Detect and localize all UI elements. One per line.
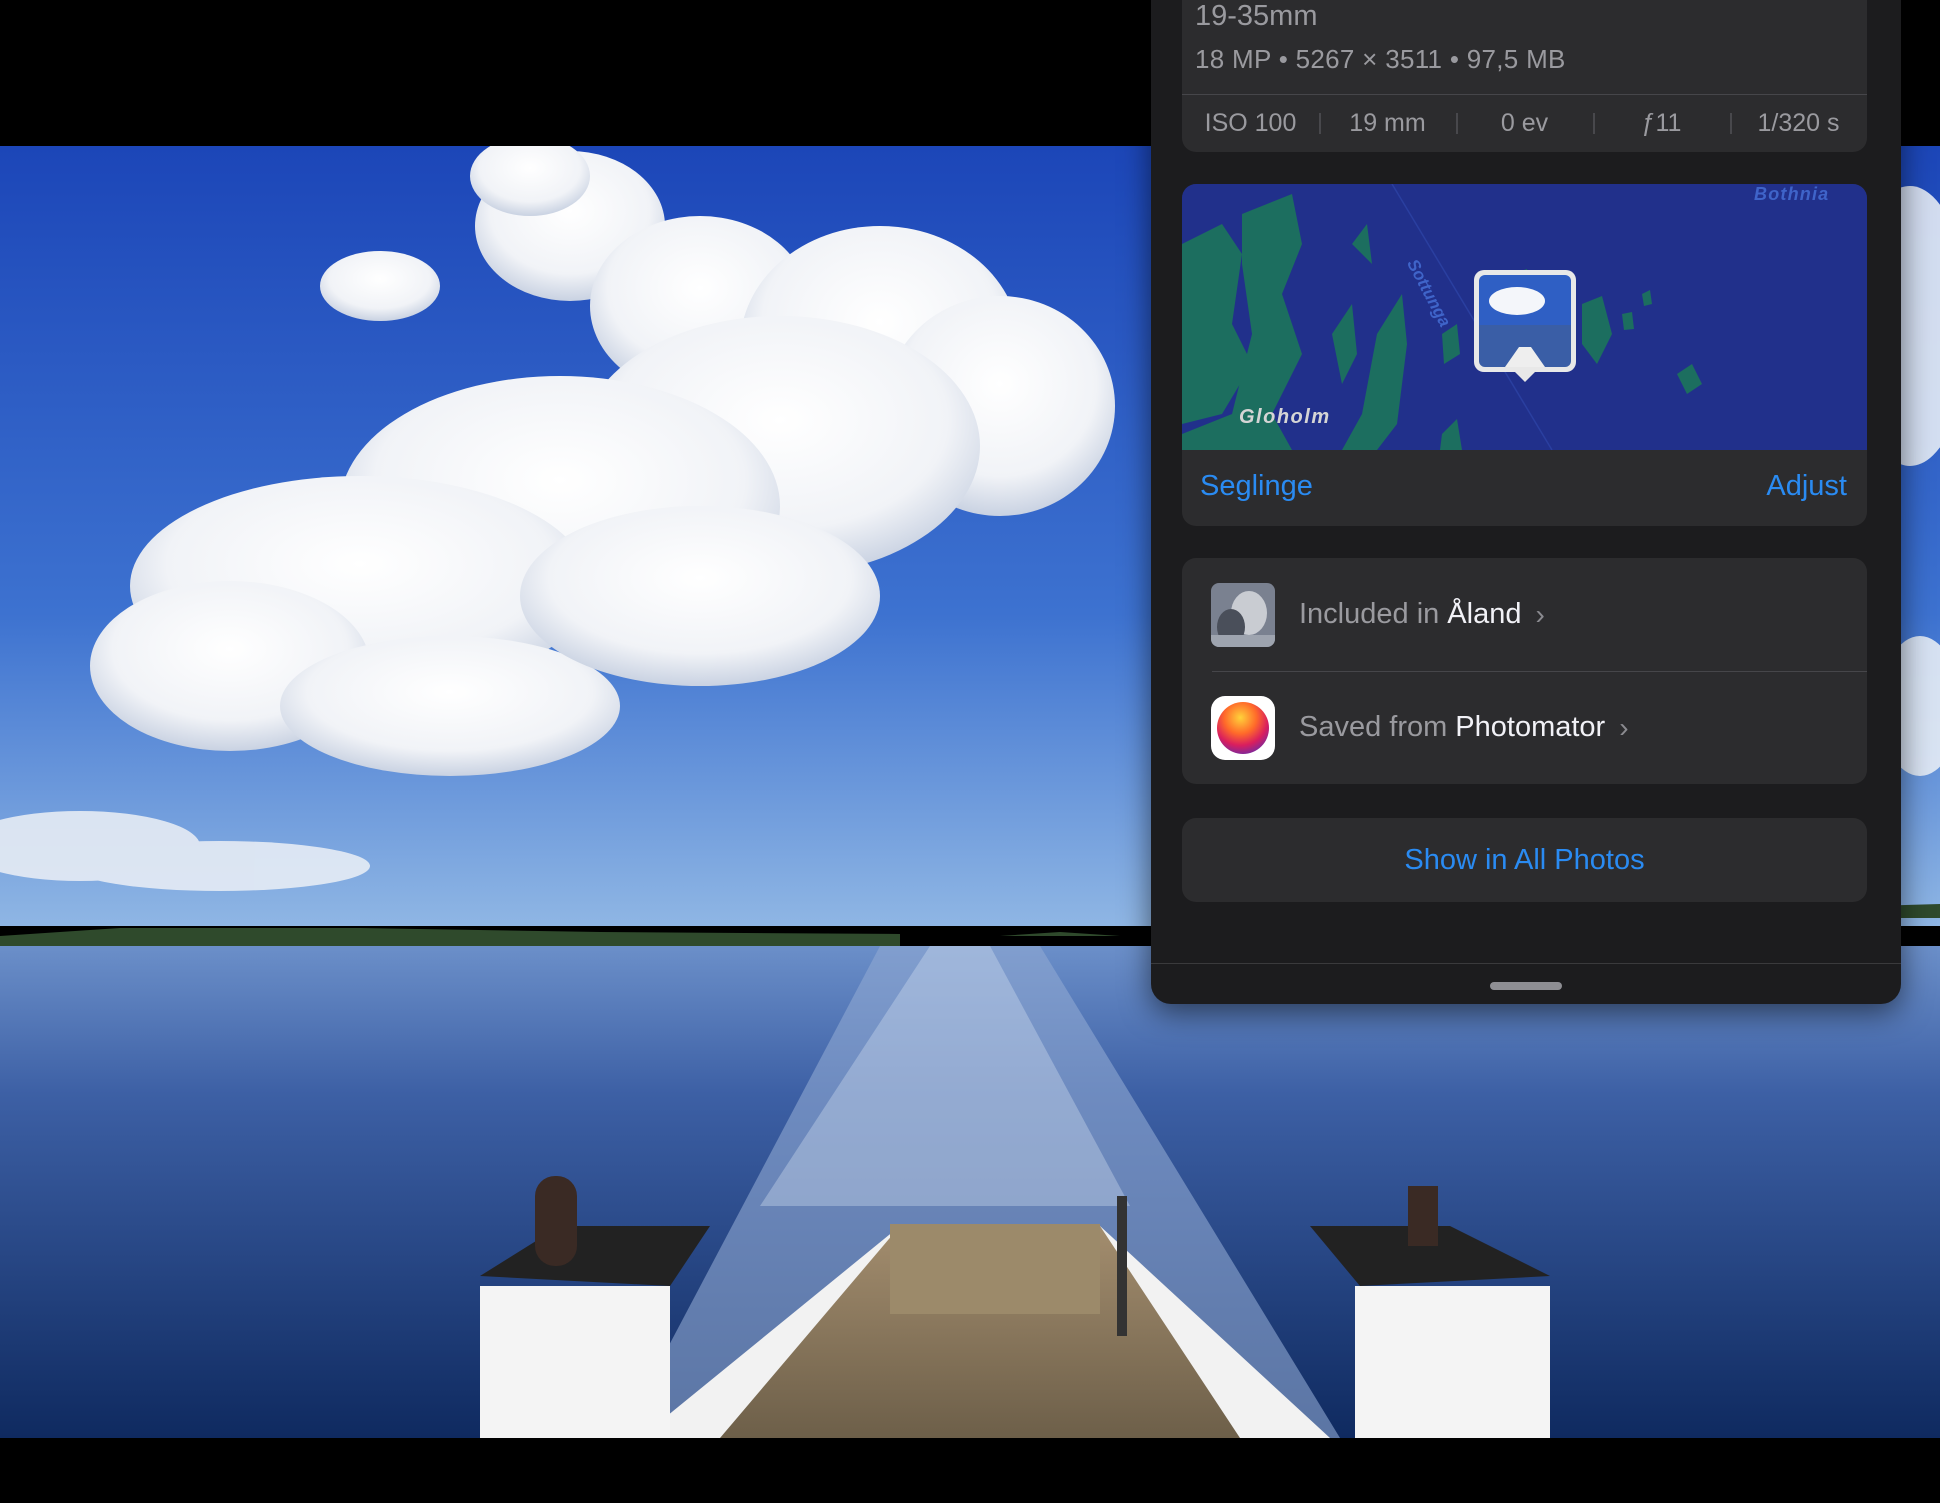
saved-prefix: Saved from bbox=[1299, 711, 1448, 743]
location-name-link[interactable]: Seglinge bbox=[1200, 470, 1313, 503]
saved-from-text: Saved from Photomator › bbox=[1299, 711, 1629, 744]
album-row-text: Included in Åland › bbox=[1299, 598, 1545, 631]
chevron-right-icon: › bbox=[1535, 598, 1545, 630]
exif-aperture: ƒ11 bbox=[1593, 109, 1730, 138]
photomator-app-icon bbox=[1211, 695, 1275, 760]
exif-focal-length: 19 mm bbox=[1319, 109, 1456, 138]
album-thumbnail bbox=[1211, 582, 1275, 647]
lens-label: 19-35mm bbox=[1195, 0, 1318, 32]
exif-iso: ISO 100 bbox=[1204, 108, 1297, 137]
location-map[interactable]: Gloholm Bothnia Sottunga bbox=[1182, 184, 1867, 450]
photo-location-pin[interactable] bbox=[1474, 270, 1576, 372]
sheet-grabber-handle[interactable] bbox=[1490, 982, 1562, 990]
pin-pointer bbox=[1513, 370, 1537, 382]
exif-row: ISO 100 19 mm 0 ev ƒ11 1/320 s bbox=[1182, 94, 1867, 152]
map-label-gloholm: Gloholm bbox=[1239, 406, 1331, 428]
camera-info-card: 19-35mm 18 MP • 5267 × 3511 • 97,5 MB IS… bbox=[1182, 0, 1867, 152]
adjust-location-button[interactable]: Adjust bbox=[1766, 470, 1847, 503]
show-in-all-photos-label: Show in All Photos bbox=[1404, 843, 1645, 876]
chevron-right-icon: › bbox=[1619, 711, 1629, 743]
album-prefix: Included in bbox=[1299, 598, 1440, 630]
show-in-all-photos-button[interactable]: Show in All Photos bbox=[1182, 818, 1867, 902]
source-card: Included in Åland › Saved from Photomato… bbox=[1182, 558, 1867, 784]
location-card: Gloholm Bothnia Sottunga Seglinge Adjust bbox=[1182, 184, 1867, 526]
photo-info-panel: 19-35mm 18 MP • 5267 × 3511 • 97,5 MB IS… bbox=[1151, 0, 1901, 1004]
album-row[interactable]: Included in Åland › bbox=[1182, 558, 1867, 671]
saved-from-row[interactable]: Saved from Photomator › bbox=[1182, 671, 1867, 784]
divider bbox=[1151, 963, 1901, 964]
image-specs: 18 MP • 5267 × 3511 • 97,5 MB bbox=[1195, 44, 1566, 74]
map-label-bothnia: Bothnia bbox=[1754, 184, 1830, 204]
exif-exposure-value: 0 ev bbox=[1456, 109, 1593, 138]
pin-thumbnail-icon bbox=[1479, 275, 1571, 367]
app-name: Photomator bbox=[1455, 711, 1606, 743]
album-name: Åland bbox=[1447, 598, 1522, 630]
exif-shutter-speed: 1/320 s bbox=[1730, 109, 1867, 138]
